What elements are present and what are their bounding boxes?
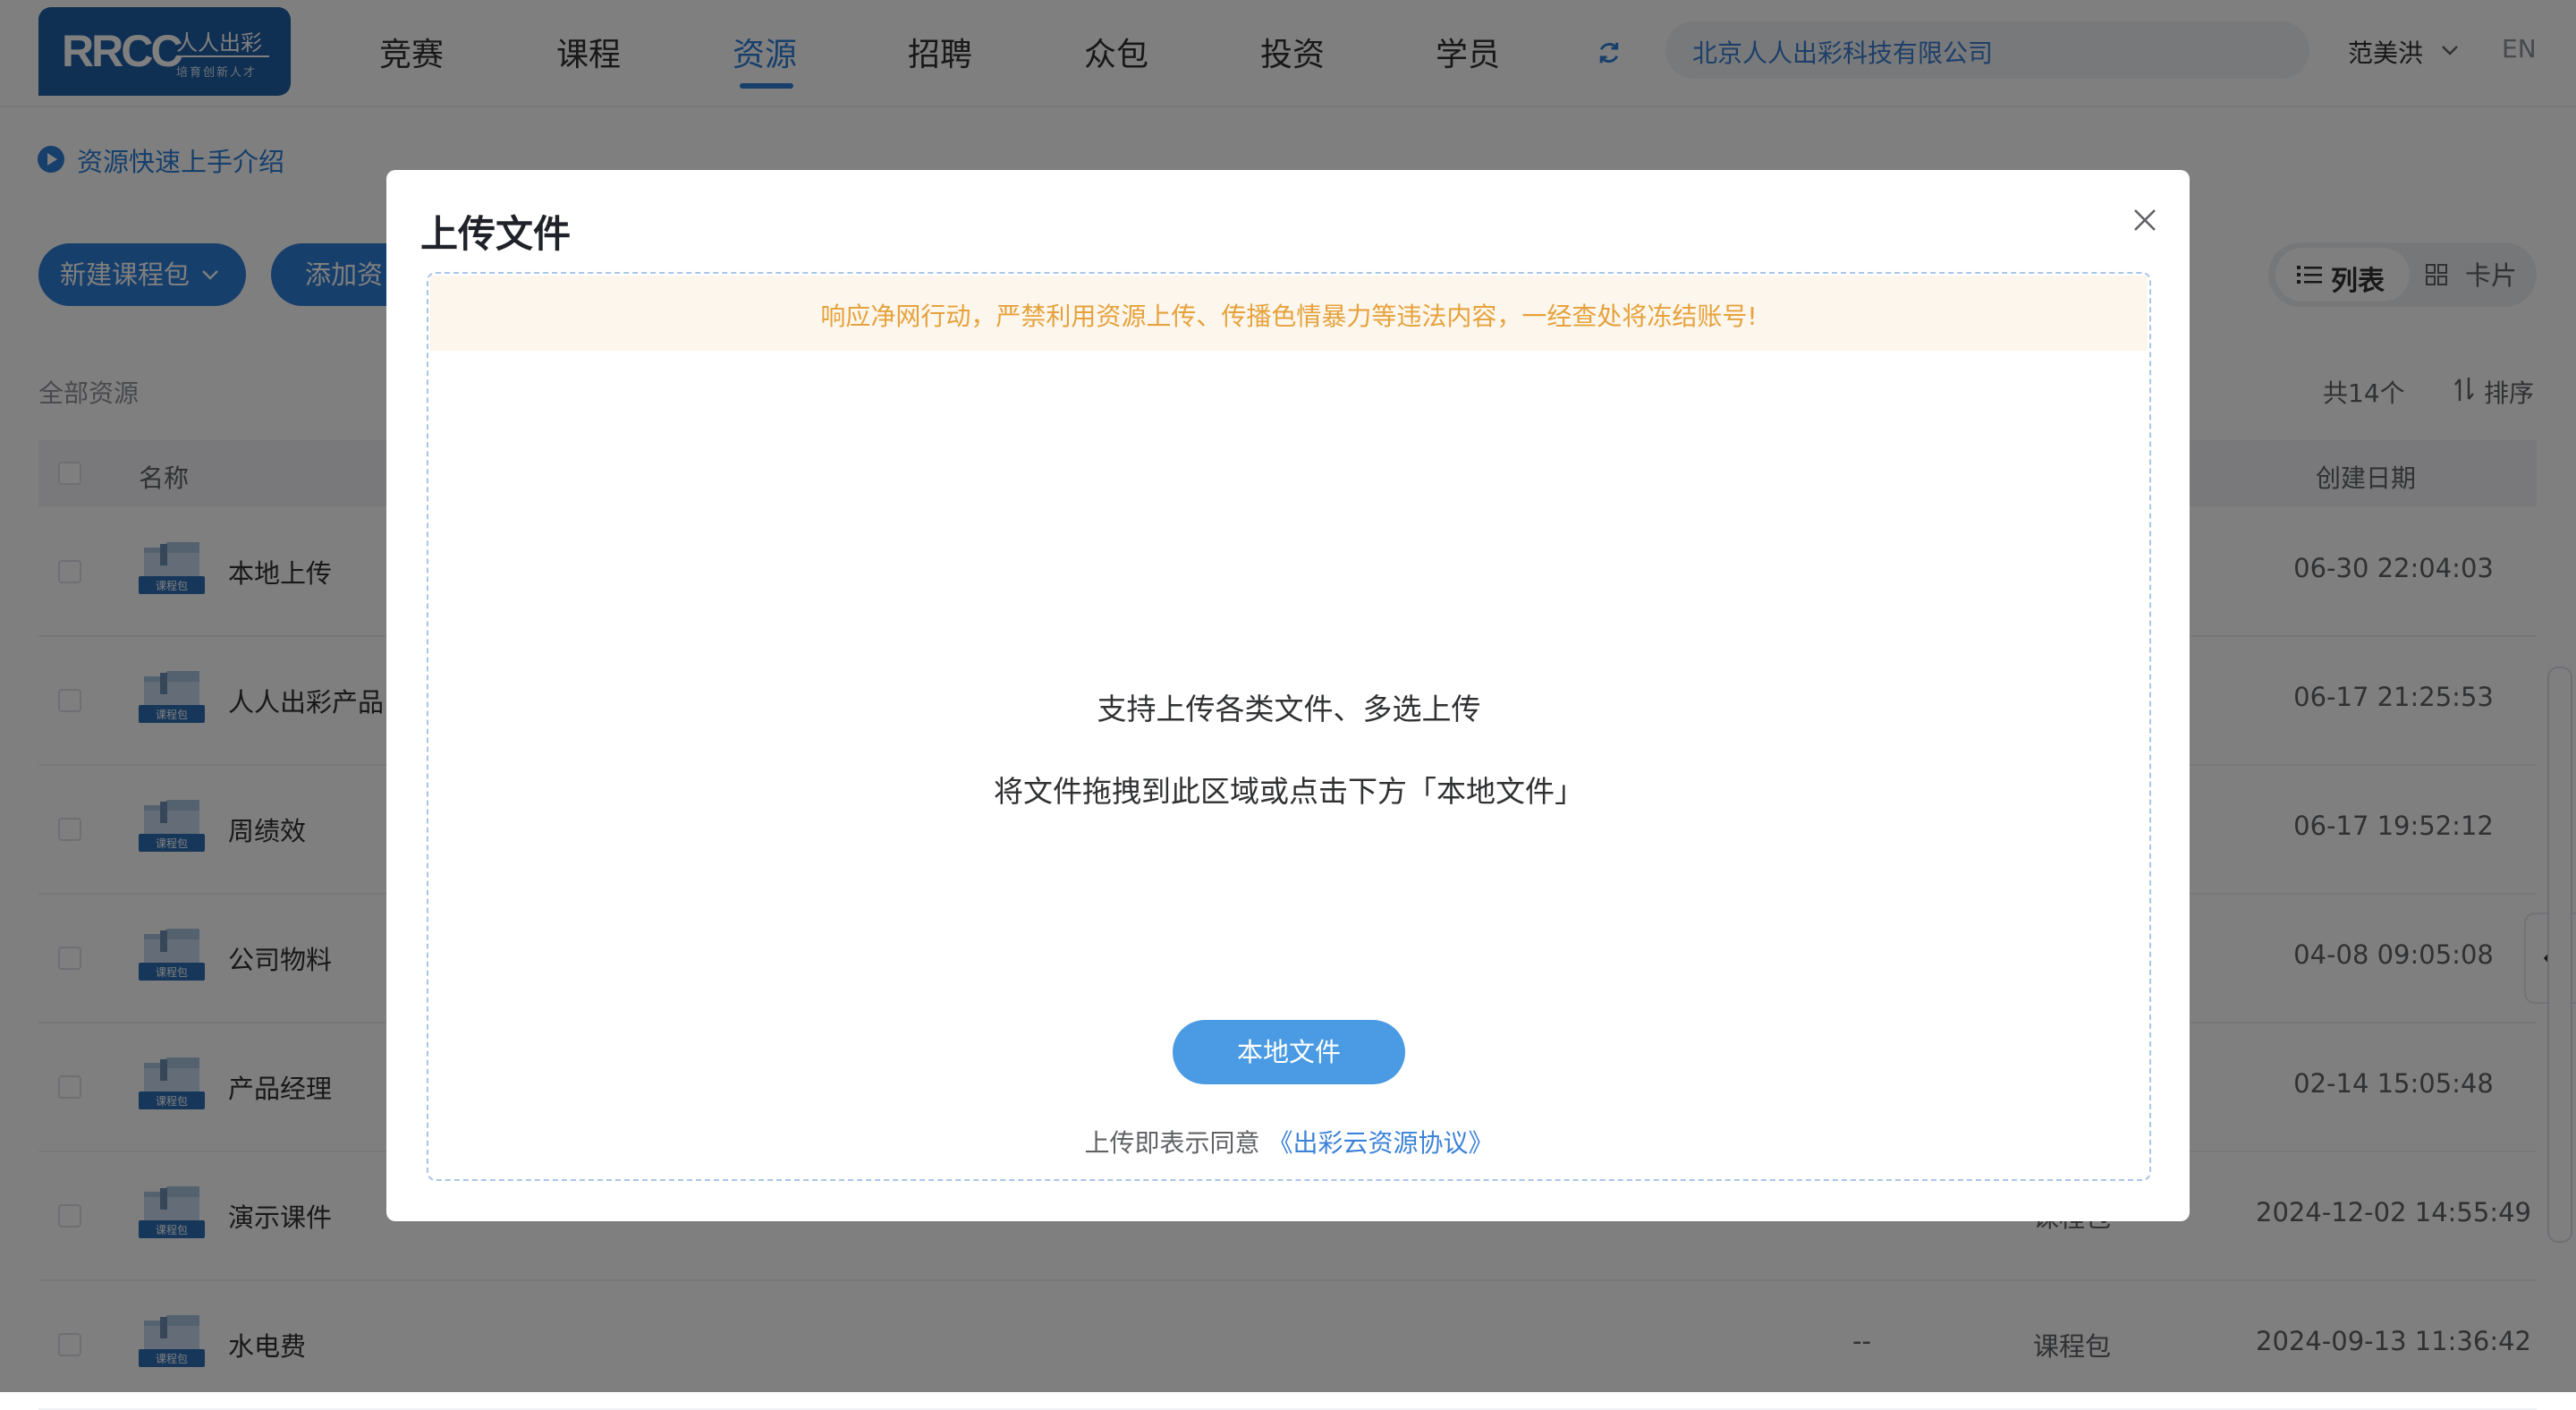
upload-drop-zone[interactable]: 响应净网行动，严禁利用资源上传、传播色情暴力等违法内容，一经查处将冻结账号! 支… xyxy=(427,272,2151,1181)
close-icon[interactable] xyxy=(2131,206,2159,234)
agreement-link[interactable]: 《出彩云资源协议》 xyxy=(1267,1128,1493,1158)
warning-notice: 响应净网行动，严禁利用资源上传、传播色情暴力等违法内容，一经查处将冻结账号! xyxy=(430,276,2148,351)
agreement-prefix: 上传即表示同意 xyxy=(1084,1128,1260,1158)
agreement-text: 上传即表示同意 《出彩云资源协议》 xyxy=(428,1124,2149,1159)
upload-file-dialog: 上传文件 响应净网行动，严禁利用资源上传、传播色情暴力等违法内容，一经查处将冻结… xyxy=(386,170,2190,1221)
warning-text: 响应净网行动，严禁利用资源上传、传播色情暴力等违法内容，一经查处将冻结账号! xyxy=(820,302,1758,331)
local-file-button[interactable]: 本地文件 xyxy=(1173,1020,1405,1084)
upload-hint-primary: 支持上传各类文件、多选上传 xyxy=(1097,692,1481,726)
dialog-title: 上传文件 xyxy=(420,212,572,256)
upload-hint-secondary: 将文件拖拽到此区域或点击下方「本地文件」 xyxy=(994,774,1584,809)
